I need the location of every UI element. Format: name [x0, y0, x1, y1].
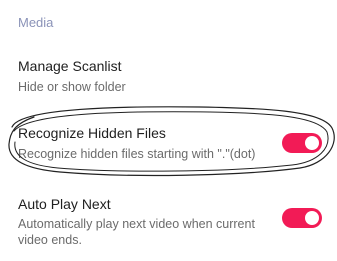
setting-description-line2: video ends. — [18, 233, 82, 247]
setting-recognize-hidden-files[interactable]: Recognize Hidden Files Recognize hidden … — [0, 118, 337, 168]
recognize-hidden-files-toggle[interactable] — [282, 133, 322, 153]
setting-title: Recognize Hidden Files — [18, 125, 166, 141]
setting-manage-scanlist[interactable]: Manage Scanlist Hide or show folder — [0, 50, 337, 100]
setting-description-line1: Automatically play next video when curre… — [18, 217, 255, 231]
setting-auto-play-next[interactable]: Auto Play Next Automatically play next v… — [0, 190, 337, 255]
setting-title: Auto Play Next — [18, 196, 111, 212]
toggle-knob — [305, 211, 319, 225]
setting-description: Recognize hidden files starting with "."… — [18, 147, 256, 161]
toggle-knob — [305, 136, 319, 150]
auto-play-next-toggle[interactable] — [282, 208, 322, 228]
section-header-media: Media — [18, 15, 54, 30]
setting-title: Manage Scanlist — [18, 58, 122, 74]
setting-description: Hide or show folder — [18, 80, 126, 94]
